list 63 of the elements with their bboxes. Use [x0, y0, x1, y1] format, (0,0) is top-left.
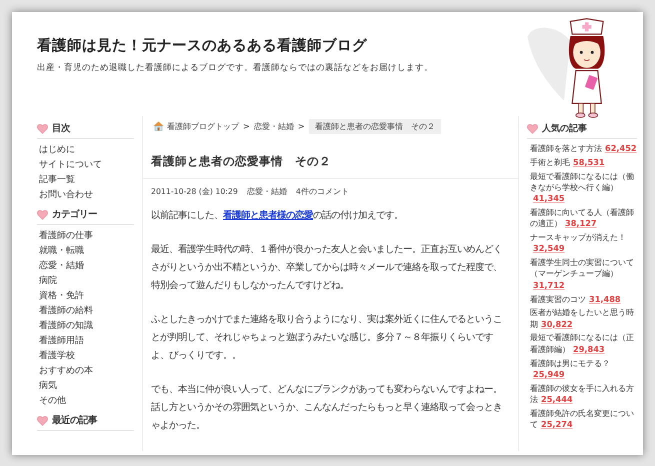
blog-subtitle: 出産・育児のため退職した看護師によるブログです。看護師ならではの裏話などをお届けします。	[37, 62, 434, 74]
popular-article-link[interactable]: 最短で看護師になるには（正看護師編） 29,843	[530, 332, 637, 356]
breadcrumb-link[interactable]: 恋愛・結婚	[254, 120, 294, 132]
popular-article-link[interactable]: 看護師を落とす方法 62,452	[530, 143, 637, 154]
sidebar-link[interactable]: サイトについて	[39, 160, 102, 170]
article-paragraph: でも、本当に仲が良い人って、どんなにブランクがあっても変わらないんですよねー。話し方というかその雰囲気というか、こんなんだったらもっと早く連絡取って会っときゃよかった。	[151, 383, 503, 433]
breadcrumb-separator: >	[298, 121, 305, 131]
article-title: 看護師と患者の恋愛事情 その２	[143, 134, 518, 179]
sidebar-link[interactable]: 就職・転職	[39, 246, 84, 256]
popular-article-link[interactable]: 看護実習のコツ 31,488	[530, 294, 637, 305]
sidebar-link[interactable]: 看護学校	[39, 351, 75, 361]
view-count[interactable]: 25,444	[541, 394, 573, 404]
blog-title[interactable]: 看護師は見た！元ナースのあるある看護師ブログ	[37, 36, 643, 55]
sidebar-link[interactable]: 資格・免許	[39, 291, 84, 301]
popular-article-link[interactable]: 手術と剃毛 58,531	[530, 156, 637, 168]
article-paragraph: ふとしたきっかけでまた連絡を取り合うようになり、実は案外近くに住んでるということが判明して、それじゃちょっと遊ぼうみたいな感じ。多分７～８年振りくらいですよ、びっくりです。。	[151, 313, 503, 363]
breadcrumb-separator: >	[243, 121, 250, 131]
sidebar-link[interactable]: その他	[39, 396, 66, 406]
heart-icon	[37, 416, 48, 426]
sidebar-link[interactable]: 恋愛・結婚	[39, 261, 84, 271]
sidebar-link[interactable]: 病院	[39, 276, 57, 286]
breadcrumb-home-label: 看護師ブログトップ	[167, 120, 239, 132]
section-heading: カテゴリー	[52, 208, 97, 221]
sidebar-link[interactable]: 看護師の給料	[39, 306, 93, 316]
sidebar-link[interactable]: おすすめの本	[39, 366, 93, 376]
view-count[interactable]: 25,274	[541, 419, 573, 430]
view-count[interactable]: 25,949	[533, 368, 565, 379]
breadcrumb-current: 看護師と患者の恋愛事情 その２	[308, 118, 441, 134]
sidebar-link[interactable]: 病気	[39, 381, 57, 391]
view-count[interactable]: 41,345	[533, 193, 565, 204]
popular-article-link[interactable]: 看護学生同士の実習について（マーゲンチューブ編） 31,712	[530, 257, 637, 292]
popular-article-link[interactable]: 看護師は男にモテる？ 25,949	[530, 358, 637, 380]
heart-icon	[37, 124, 48, 134]
view-count[interactable]: 62,452	[605, 143, 637, 153]
inline-link[interactable]: 看護師と患者様の恋愛	[223, 210, 313, 221]
section-heading: 人気の記事	[542, 122, 587, 135]
sidebar-link[interactable]: 看護師の仕事	[39, 231, 93, 241]
section-heading: 目次	[52, 122, 70, 135]
popular-article-link[interactable]: 看護師免許の氏名変更について 25,274	[530, 408, 637, 430]
view-count[interactable]: 32,549	[533, 243, 565, 254]
popular-article-link[interactable]: ナースキャップが消えた！ 32,549	[530, 232, 637, 255]
popular-article-link[interactable]: 看護師に向いてる人（看護師の適正） 38,127	[530, 206, 637, 230]
sidebar-link[interactable]: 記事一覧	[39, 175, 75, 185]
view-count[interactable]: 58,531	[573, 156, 605, 167]
view-count[interactable]: 30,822	[541, 318, 573, 329]
popular-article-link[interactable]: 医者が結婚をしたいと思う時期 30,822	[530, 307, 637, 330]
section-heading: 最近の記事	[52, 414, 97, 427]
sidebar-link[interactable]: 看護師用語	[39, 336, 84, 346]
heart-icon	[527, 124, 538, 134]
view-count[interactable]: 29,843	[573, 344, 605, 354]
breadcrumb-link[interactable]: 看護師ブログトップ	[153, 120, 239, 132]
heart-icon	[37, 210, 48, 220]
view-count[interactable]: 31,488	[589, 294, 621, 304]
view-count[interactable]: 31,712	[533, 280, 565, 290]
article-paragraph: 以前記事にした、看護師と患者様の恋愛の話の付け加えです。	[151, 208, 404, 223]
sidebar-link[interactable]: お問い合わせ	[39, 190, 93, 200]
view-count[interactable]: 38,127	[565, 218, 597, 228]
sidebar-link[interactable]: はじめに	[39, 145, 75, 155]
home-icon	[153, 121, 164, 131]
popular-article-link[interactable]: 最短で看護師になるには（働きながら学校へ行く編） 41,345	[530, 170, 637, 204]
popular-article-link[interactable]: 看護師の彼女を手に入れる方法 25,444	[530, 382, 637, 406]
article-paragraph: 最近、看護学生時代の時、１番仲が良かった友人と会いましたー。正直お互いめんどくさがりというか出不精というか、卒業してからは時々メールで連絡を取ってた程度で、特別会って遊んだりもしなかったんですけどね。	[151, 243, 503, 293]
sidebar-link[interactable]: 看護師の知識	[39, 321, 93, 331]
